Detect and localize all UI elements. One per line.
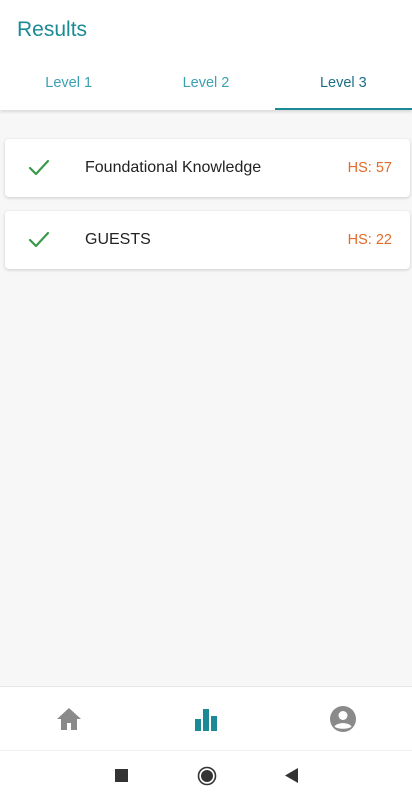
app-header: Results Level 1 Level 2 Level 3 xyxy=(0,0,412,110)
check-icon xyxy=(28,159,50,176)
nav-results[interactable] xyxy=(137,687,274,750)
level-tabs: Level 1 Level 2 Level 3 xyxy=(0,64,412,110)
system-navigation-bar xyxy=(0,750,412,800)
home-circle-icon[interactable] xyxy=(197,766,217,786)
home-icon xyxy=(56,707,81,730)
nav-account[interactable] xyxy=(275,687,412,750)
nav-home[interactable] xyxy=(0,687,137,750)
high-score: HS: 57 xyxy=(347,160,392,176)
high-score: HS: 22 xyxy=(347,232,392,248)
check-icon xyxy=(28,231,50,248)
tab-level-1[interactable]: Level 1 xyxy=(0,64,137,110)
result-title: Foundational Knowledge xyxy=(85,159,262,176)
recents-square-icon[interactable] xyxy=(115,769,128,782)
account-icon xyxy=(330,705,357,732)
page-title: Results xyxy=(17,18,88,41)
result-card-foundational-knowledge[interactable]: Foundational Knowledge HS: 57 xyxy=(5,139,410,197)
tab-level-2[interactable]: Level 2 xyxy=(137,64,274,110)
bar-chart-icon xyxy=(194,708,217,731)
result-card-guests[interactable]: GUESTS HS: 22 xyxy=(5,211,410,269)
back-triangle-icon[interactable] xyxy=(285,768,298,783)
bottom-navigation xyxy=(0,686,412,750)
tab-level-3[interactable]: Level 3 xyxy=(274,64,412,110)
result-title: GUESTS xyxy=(85,231,151,248)
